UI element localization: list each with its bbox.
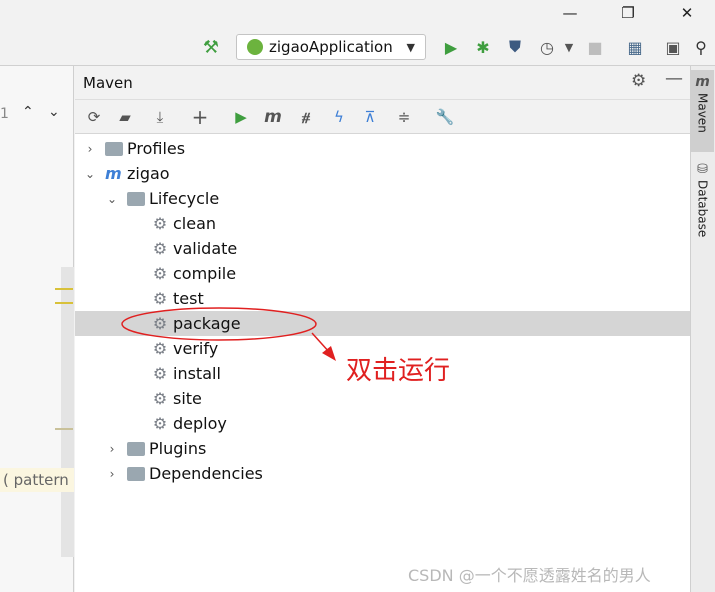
database-icon: ⛁ (697, 162, 708, 177)
database-tab-label: Database (695, 180, 710, 238)
maven-side-tab[interactable]: m Maven (691, 70, 714, 152)
maven-tab-label: Maven (695, 93, 710, 133)
maven-tab-icon: m (695, 74, 710, 90)
highlight-ellipse (121, 307, 317, 341)
annotation-arrowhead (322, 346, 336, 361)
annotation-overlay (121, 307, 336, 361)
annotation-text: 双击运行 (346, 356, 451, 386)
watermark: CSDN @一个不愿透露姓名的男人 (408, 566, 651, 585)
database-side-tab[interactable]: ⛁ Database (691, 162, 714, 252)
